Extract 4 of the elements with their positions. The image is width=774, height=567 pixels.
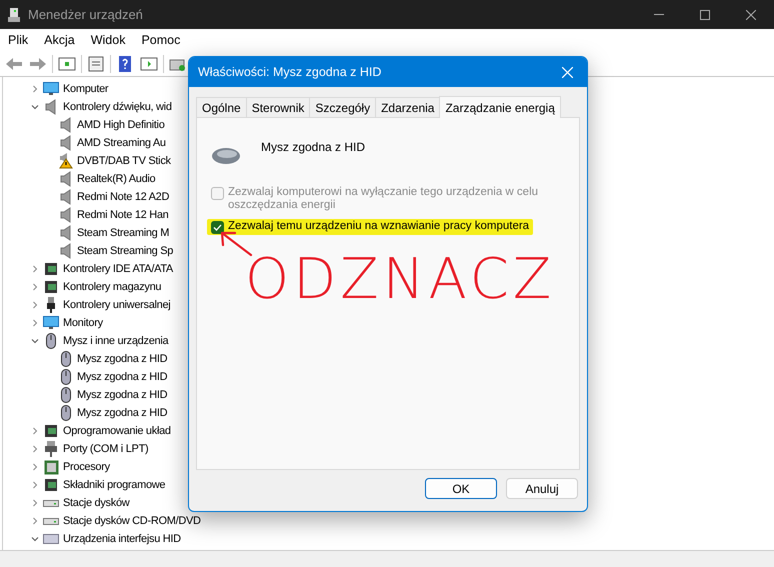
device-name: Mysz zgodna z HID (261, 139, 366, 156)
annotation-text: ODZNACZ (245, 250, 556, 310)
window-title: Menedżer urządzeń (28, 6, 143, 24)
dialog-title: Właściwości: Mysz zgodna z HID (198, 64, 382, 81)
